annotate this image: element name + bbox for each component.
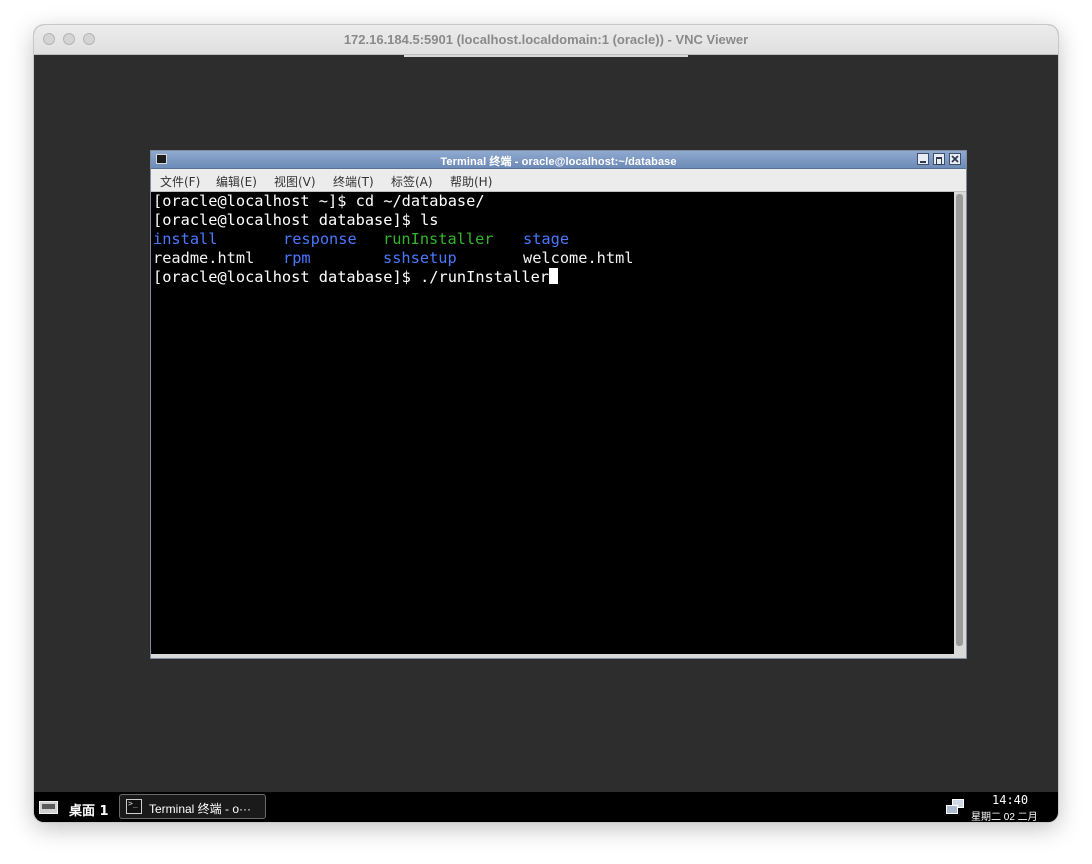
menu-terminal[interactable]: 终端(T)	[333, 173, 374, 190]
workspace-switcher[interactable]: 桌面 1	[69, 800, 109, 819]
taskbar: 桌面 1 Terminal 终端 - o··· 14:40 星期二 02 二月	[34, 792, 1058, 822]
terminal-menubar: 文件(F) 编辑(E) 视图(V) 终端(T) 标签(A) 帮助(H)	[151, 169, 966, 192]
remote-desktop[interactable]: Terminal 终端 - oracle@localhost:~/databas…	[34, 55, 1058, 792]
ls-entry-directory: install	[153, 230, 218, 248]
clock-date[interactable]: 星期二 02 二月	[971, 808, 1038, 822]
minimize-icon[interactable]	[917, 153, 929, 165]
ls-output-row: readme.html rpm sshsetup welcome.html	[153, 249, 634, 268]
terminal-title: Terminal 终端 - oracle@localhost:~/databas…	[440, 156, 677, 168]
terminal-titlebar[interactable]: Terminal 终端 - oracle@localhost:~/databas…	[151, 151, 966, 169]
terminal-icon	[126, 799, 142, 814]
remote-top-panel	[404, 55, 688, 57]
ls-entry-directory: rpm	[283, 249, 311, 267]
menu-view[interactable]: 视图(V)	[274, 173, 316, 190]
close-icon[interactable]	[949, 153, 961, 165]
terminal-line: [oracle@localhost database]$ ls	[153, 211, 439, 229]
vnc-viewer-window: 172.16.184.5:5901 (localhost.localdomain…	[34, 25, 1058, 822]
menu-tabs[interactable]: 标签(A)	[391, 173, 433, 190]
workspace-icon[interactable]	[39, 801, 58, 814]
ls-entry-directory: sshsetup	[383, 249, 457, 267]
ls-entry-executable: runInstaller	[383, 230, 494, 248]
taskbar-terminal-button[interactable]: Terminal 终端 - o···	[119, 794, 266, 819]
network-icon[interactable]	[946, 799, 966, 816]
terminal-line: [oracle@localhost ~]$ cd ~/database/	[153, 192, 485, 210]
ls-entry-directory: response	[283, 230, 357, 248]
terminal-command: [oracle@localhost database]$ ./runInstal…	[153, 268, 550, 286]
ls-output-row: install response runInstaller stage	[153, 230, 569, 249]
ls-entry-file: welcome.html	[523, 249, 634, 267]
ls-entry-file: readme.html	[153, 249, 255, 267]
menu-file[interactable]: 文件(F)	[160, 173, 200, 190]
ls-entry-directory: stage	[523, 230, 570, 248]
terminal-prompt-line: [oracle@localhost database]$ ./runInstal…	[153, 268, 559, 287]
terminal-output[interactable]: [oracle@localhost ~]$ cd ~/database/ [or…	[151, 192, 954, 654]
menu-help[interactable]: 帮助(H)	[450, 173, 492, 190]
clock-time[interactable]: 14:40	[992, 793, 1028, 807]
vnc-titlebar[interactable]: 172.16.184.5:5901 (localhost.localdomain…	[34, 25, 1058, 55]
text-cursor	[549, 268, 559, 284]
maximize-icon[interactable]	[933, 153, 945, 165]
terminal-window: Terminal 终端 - oracle@localhost:~/databas…	[150, 150, 967, 659]
menu-edit[interactable]: 编辑(E)	[216, 173, 257, 190]
terminal-scrollbar[interactable]	[954, 192, 966, 654]
vnc-window-title: 172.16.184.5:5901 (localhost.localdomain…	[343, 32, 749, 47]
taskbar-terminal-label: Terminal 终端 - o···	[149, 802, 252, 816]
scrollbar-thumb[interactable]	[956, 194, 963, 646]
terminal-bottom-edge	[151, 654, 966, 658]
